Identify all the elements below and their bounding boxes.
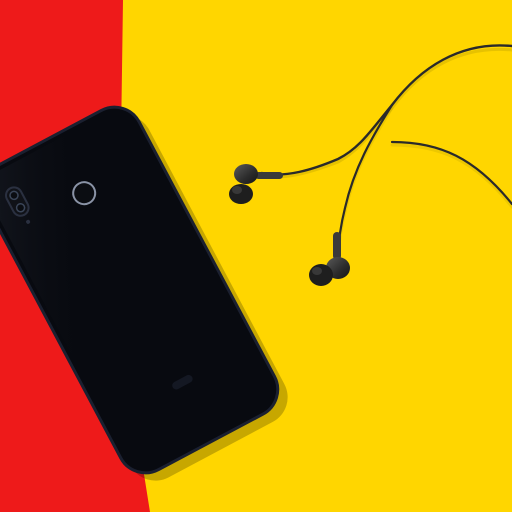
photo-scene bbox=[0, 0, 512, 512]
scene-illustration bbox=[0, 0, 512, 512]
